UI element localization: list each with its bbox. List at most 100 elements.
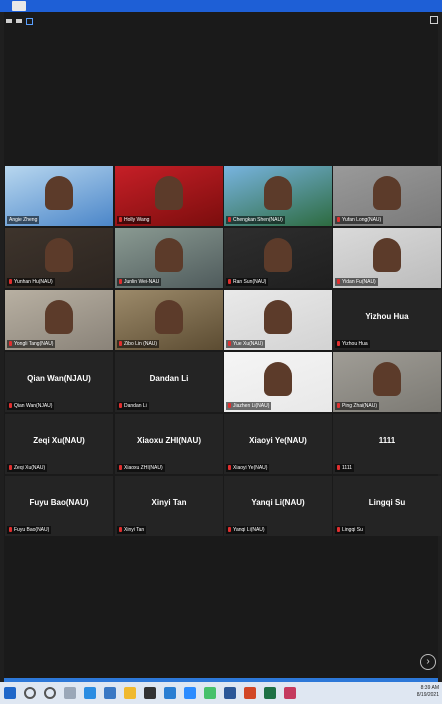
muted-mic-icon [337,465,340,470]
participant-silhouette [373,362,401,396]
participant-center-name: Xiaoxu ZHI(NAU) [137,436,201,445]
word-icon[interactable] [224,687,236,699]
participant-name-label: Angie Zheng [7,216,40,224]
system-clock[interactable]: 8:39 AM 8/19/2021 [417,685,439,699]
app-icon-2[interactable] [284,687,296,699]
participant-tile[interactable]: Yidan Fu(NAU) [333,228,441,288]
participant-name: 1111 [342,465,353,471]
participant-tile[interactable]: Xinyi Tan Xinyi Tan [115,476,223,536]
participant-tile[interactable]: Holly Wang [115,166,223,226]
mail-icon[interactable] [104,687,116,699]
participant-name-label: Yue Xu(NAU) [226,340,266,348]
participant-name-label: Yidan Fu(NAU) [335,278,378,286]
cortana-icon[interactable] [44,687,56,699]
muted-mic-icon [9,403,12,408]
participant-silhouette [373,238,401,272]
view-controls [6,16,33,26]
participant-tile[interactable]: Qian Wan(NJAU) Qian Wan(NJAU) [5,352,113,412]
participant-name-label: Holly Wang [117,216,152,224]
file-explorer-icon[interactable] [124,687,136,699]
zoom-icon[interactable] [184,687,196,699]
participant-tile[interactable]: Junlin Wei-NAU [115,228,223,288]
gallery-view-icon[interactable] [26,17,33,25]
muted-mic-icon [9,527,12,532]
participant-name: Yanqi Li(NAU) [233,527,265,533]
participant-tile[interactable]: Chengkan Shen(NAU) [224,166,332,226]
participant-center-name: Qian Wan(NJAU) [27,374,91,383]
muted-mic-icon [228,217,231,222]
participant-tile[interactable]: Angie Zheng [5,166,113,226]
participant-silhouette [264,362,292,396]
muted-mic-icon [9,465,12,470]
participant-tile[interactable]: 1111 1111 [333,414,441,474]
participant-tile[interactable]: Xiaoxu ZHI(NAU) Xiaoxu ZHI(NAU) [115,414,223,474]
participant-name-label: Yanqi Li(NAU) [226,526,267,534]
participant-name: Ping Zhai(NAU) [342,403,378,409]
menu-icon[interactable] [16,19,22,23]
edge-icon[interactable] [84,687,96,699]
participant-name: Qian Wan(NJAU) [14,403,53,409]
minimize-icon[interactable] [6,19,12,23]
participant-tile[interactable]: Zeqi Xu(NAU) Zeqi Xu(NAU) [5,414,113,474]
participant-tile[interactable]: Yongli Tang(NAU) [5,290,113,350]
participant-name-label: Junlin Wei-NAU [117,278,162,286]
participant-tile[interactable]: Ran Sun(NAU) [224,228,332,288]
participant-tile[interactable]: Yue Xu(NAU) [224,290,332,350]
participant-name-label: Chengkan Shen(NAU) [226,216,285,224]
participant-tile[interactable]: Yizhou Hua Yizhou Hua [333,290,441,350]
participant-tile[interactable]: Jiazhen Li(NAU) [224,352,332,412]
participant-center-name: Fuyu Bao(NAU) [29,498,89,507]
participant-name-label: Ran Sun(NAU) [226,278,269,286]
participant-name: Angie Zheng [9,217,38,223]
participant-tile[interactable]: Yufan Long(NAU) [333,166,441,226]
next-page-button[interactable]: › [420,654,436,670]
muted-mic-icon [9,279,12,284]
muted-mic-icon [9,341,12,346]
participant-name: Zeqi Xu(NAU) [14,465,46,471]
participant-tile[interactable]: Fuyu Bao(NAU) Fuyu Bao(NAU) [5,476,113,536]
title-bar [0,0,442,12]
muted-mic-icon [119,527,122,532]
participant-name: Xiaoyi Ye(NAU) [233,465,268,471]
muted-mic-icon [337,279,340,284]
participant-name: Yue Xu(NAU) [233,341,264,347]
windows-start-icon[interactable] [4,687,16,699]
participant-name: Xiaoxu ZHI(NAU) [124,465,163,471]
participant-center-name: Xiaoyi Ye(NAU) [249,436,307,445]
app-icon[interactable] [204,687,216,699]
participant-tile[interactable]: Zibo Lin (NAU) [115,290,223,350]
excel-icon[interactable] [264,687,276,699]
participant-name-label: Yizhou Hua [335,340,370,348]
window-tab-icon[interactable] [12,1,26,11]
search-icon[interactable] [24,687,36,699]
muted-mic-icon [337,527,340,532]
powerpoint-icon[interactable] [244,687,256,699]
participant-name-label: Ping Zhai(NAU) [335,402,380,410]
participant-tile[interactable]: Yanqi Li(NAU) Yanqi Li(NAU) [224,476,332,536]
participant-tile[interactable]: Yunhan Hu(NAU) [5,228,113,288]
people-icon[interactable] [164,687,176,699]
fullscreen-icon[interactable] [430,16,438,24]
store-icon[interactable] [144,687,156,699]
participant-tile[interactable]: Lingqi Su Lingqi Su [333,476,441,536]
participant-tile[interactable]: Dandan Li Dandan Li [115,352,223,412]
clock-date: 8/19/2021 [416,692,439,698]
participant-name-label: Lingqi Su [335,526,365,534]
participant-name: Yufan Long(NAU) [342,217,382,223]
participant-silhouette [264,176,292,210]
participant-center-name: Yanqi Li(NAU) [251,498,305,507]
participant-tile[interactable]: Xiaoyi Ye(NAU) Xiaoyi Ye(NAU) [224,414,332,474]
participant-name: Yidan Fu(NAU) [342,279,376,285]
participant-tile[interactable]: Ping Zhai(NAU) [333,352,441,412]
task-view-icon[interactable] [64,687,76,699]
muted-mic-icon [119,465,122,470]
participant-name: Ran Sun(NAU) [233,279,267,285]
participant-name-label: Dandan Li [117,402,149,410]
participant-silhouette [155,238,183,272]
participant-center-name: Yizhou Hua [365,312,409,321]
participant-name: Junlin Wei-NAU [124,279,160,285]
muted-mic-icon [228,403,231,408]
participant-name-label: Zeqi Xu(NAU) [7,464,48,472]
participant-center-name: Lingqi Su [368,498,406,507]
participant-name: Dandan Li [124,403,147,409]
